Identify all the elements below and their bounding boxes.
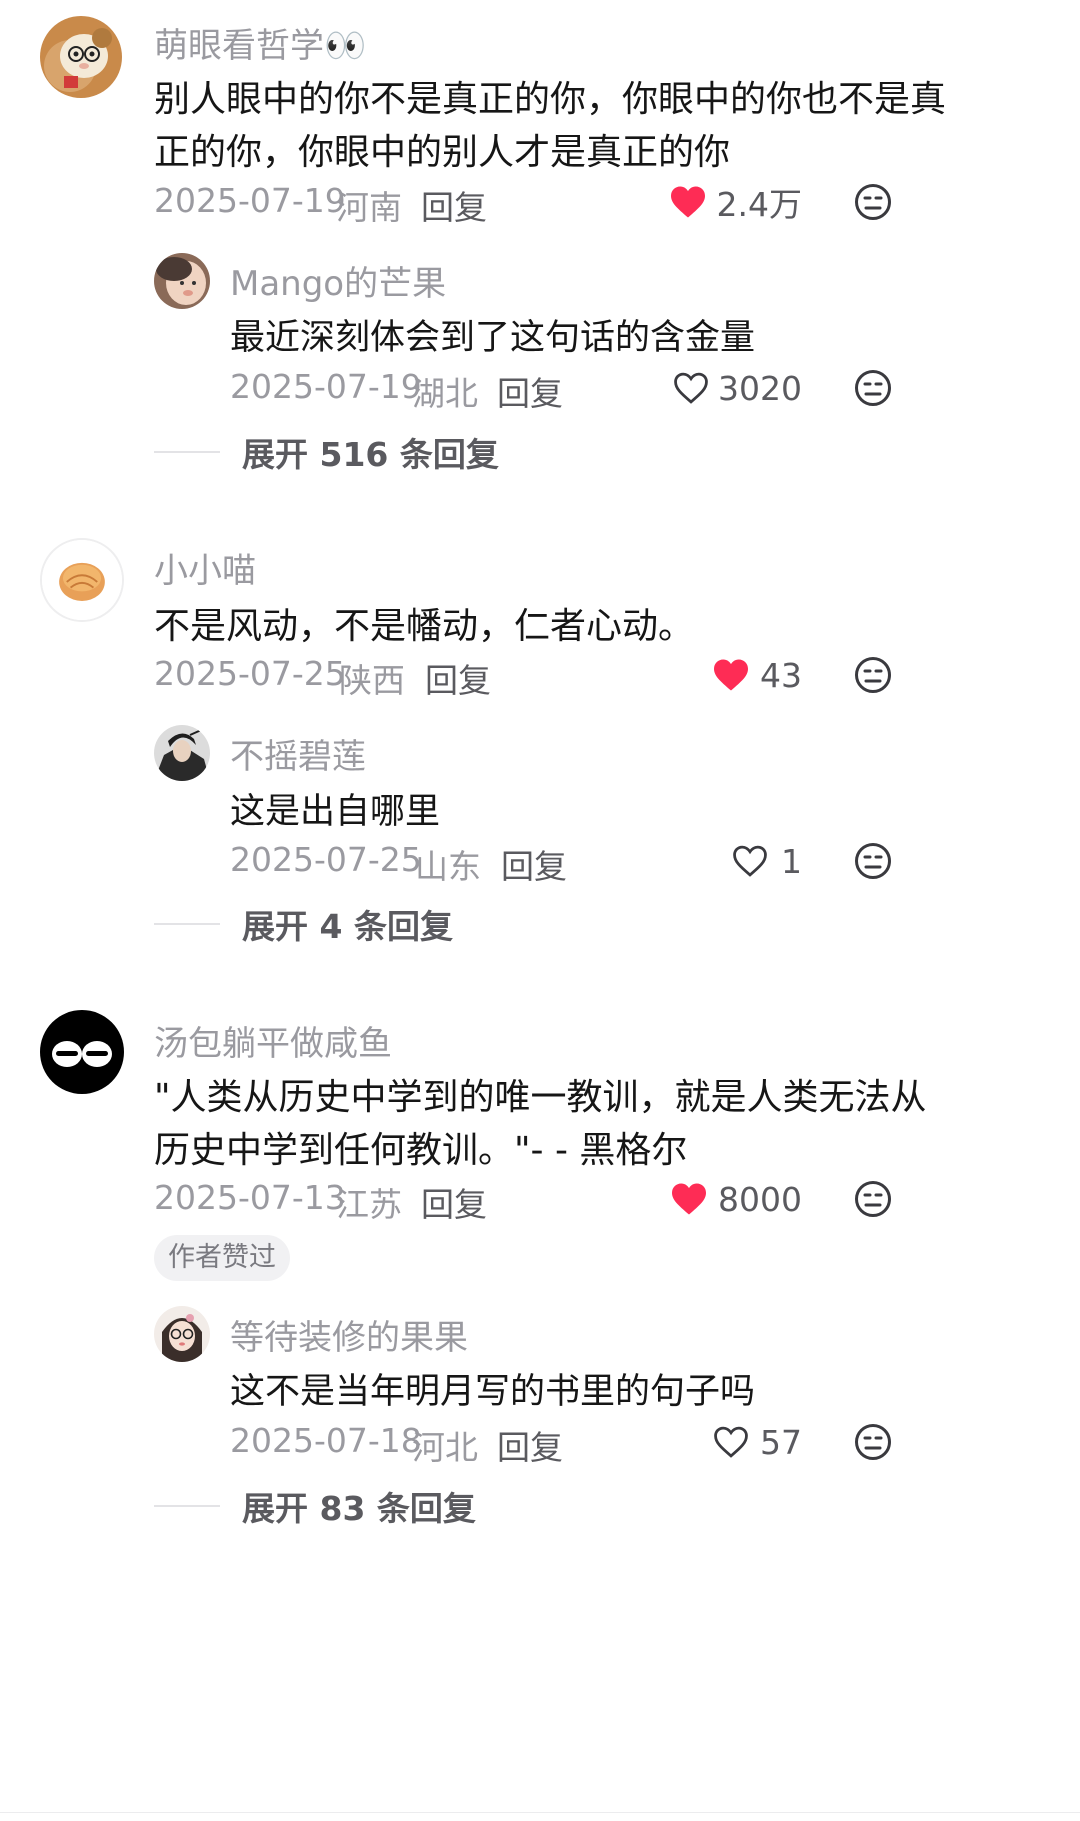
heart-filled-icon: [669, 185, 707, 219]
dislike-face-icon[interactable]: [854, 842, 892, 880]
dislike-face-icon[interactable]: [854, 1180, 892, 1218]
comment-location: 河南: [336, 188, 402, 227]
reply-button[interactable]: 回复: [425, 654, 491, 702]
reply-text: 最近深刻体会到了这句话的含金量: [230, 318, 756, 358]
reply-username[interactable]: 不摇碧莲: [230, 729, 366, 778]
comment-username[interactable]: 萌眼看哲学👀: [154, 18, 366, 67]
reply-text: 这不是当年明月写的书里的句子吗: [230, 1372, 756, 1412]
dislike-face-icon[interactable]: [854, 183, 892, 221]
reply-location: 湖北: [412, 374, 478, 413]
heart-outline-icon: [712, 1425, 750, 1459]
reply-date: 2025-07-25: [230, 840, 422, 879]
bottom-divider: [0, 1812, 1080, 1813]
expand-replies-label: 展开 4 条回复: [242, 907, 453, 946]
heart-filled-icon: [712, 658, 750, 692]
reply-button[interactable]: 回复: [501, 840, 567, 888]
expand-replies-label: 展开 516 条回复: [242, 435, 499, 474]
like-button[interactable]: 43: [640, 651, 802, 699]
reply-button[interactable]: 回复: [497, 1421, 563, 1469]
like-button[interactable]: 3020: [640, 364, 802, 412]
author-liked-badge: 作者赞过: [154, 1235, 290, 1281]
comment-date: 2025-07-25: [154, 654, 346, 693]
reply-username[interactable]: 等待装修的果果: [230, 1310, 468, 1359]
baby-photo-avatar[interactable]: [154, 253, 210, 309]
comment-text-line: "人类从历史中学到的唯一教训，就是人类无法从: [154, 1077, 927, 1118]
like-button[interactable]: 1: [640, 837, 802, 885]
heart-outline-icon: [672, 371, 710, 405]
like-count: 3020: [718, 368, 802, 408]
divider-line: [154, 451, 220, 453]
comment-username[interactable]: 汤包躺平做咸鱼: [154, 1016, 392, 1065]
reply-button[interactable]: 回复: [497, 367, 563, 415]
reply-location: 河北: [412, 1428, 478, 1467]
swordsman-avatar[interactable]: [154, 725, 210, 781]
like-button[interactable]: 57: [640, 1418, 802, 1466]
like-count: 43: [760, 655, 802, 695]
dislike-face-icon[interactable]: [854, 656, 892, 694]
divider-line: [154, 923, 220, 925]
comment-date: 2025-07-19: [154, 181, 346, 220]
dislike-face-icon[interactable]: [854, 1423, 892, 1461]
reply-date: 2025-07-18: [230, 1421, 422, 1460]
reply-location: 山东: [415, 847, 481, 886]
expand-replies-button[interactable]: 展开 4 条回复: [154, 900, 453, 948]
dislike-face-icon[interactable]: [854, 369, 892, 407]
comment-text-line: 别人眼中的你不是真正的你，你眼中的你也不是真: [154, 79, 947, 120]
reply-button[interactable]: 回复: [421, 1178, 487, 1226]
like-count: 1: [781, 841, 802, 881]
comment-text-line: 正的你，你眼中的别人才是真正的你: [154, 132, 731, 173]
orange-bun-avatar[interactable]: [40, 538, 124, 622]
comment-date: 2025-07-13: [154, 1178, 346, 1217]
like-count: 8000: [718, 1179, 802, 1219]
reply-text: 这是出自哪里: [230, 792, 441, 832]
expand-replies-label: 展开 83 条回复: [242, 1489, 476, 1528]
expand-replies-button[interactable]: 展开 516 条回复: [154, 428, 499, 476]
like-count: 2.4万: [716, 185, 802, 224]
like-button[interactable]: 8000: [640, 1175, 802, 1223]
comment-location: 江苏: [336, 1185, 402, 1224]
like-count: 57: [760, 1422, 802, 1462]
divider-line: [154, 1505, 220, 1507]
comment-text-line: 不是风动，不是幡动，仁者心动。: [154, 606, 695, 647]
plush-toy-avatar[interactable]: [40, 16, 122, 98]
expand-replies-button[interactable]: 展开 83 条回复: [154, 1482, 476, 1530]
heart-filled-icon: [670, 1182, 708, 1216]
heart-outline-icon: [731, 844, 769, 878]
like-button[interactable]: 2.4万: [640, 178, 802, 226]
comment-location: 陕西: [339, 661, 405, 700]
reply-button[interactable]: 回复: [421, 181, 487, 229]
reply-username[interactable]: Mango的芒果: [230, 256, 446, 305]
girl-glasses-avatar[interactable]: [154, 1306, 210, 1362]
comment-text-line: 历史中学到任何教训。"- - 黑格尔: [154, 1130, 688, 1171]
sleepy-eyes-avatar[interactable]: [40, 1010, 124, 1094]
comment-username[interactable]: 小小喵: [154, 543, 256, 592]
reply-date: 2025-07-19: [230, 367, 422, 406]
